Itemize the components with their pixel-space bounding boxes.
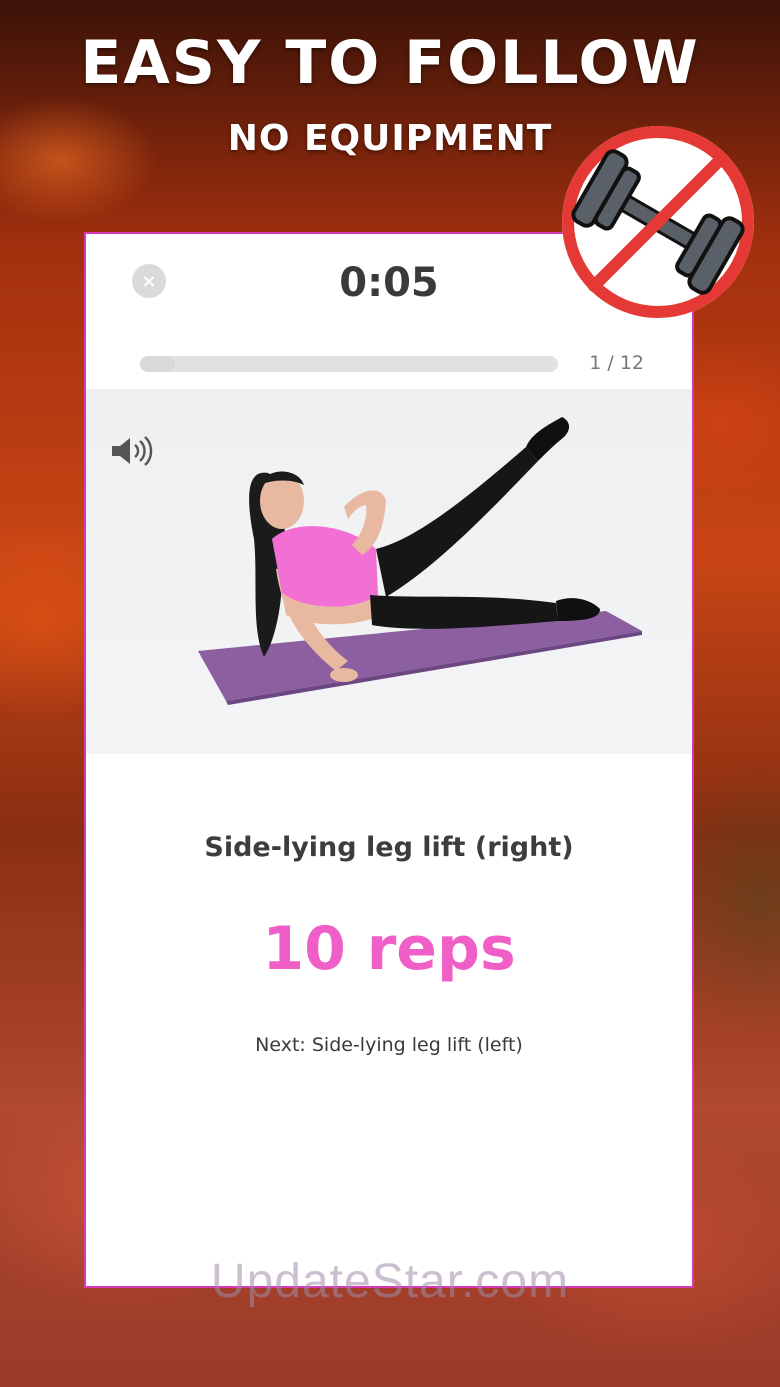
exercise-media <box>86 389 692 754</box>
reps-count: 10 reps <box>262 914 516 984</box>
progress-count: 1 / 12 <box>589 352 644 374</box>
progress-fill <box>140 356 175 372</box>
promo-headline: EASY TO FOLLOW <box>80 28 700 98</box>
watermark: UpdateStar.com <box>210 1255 570 1308</box>
exercise-name: Side-lying leg lift (right) <box>204 832 574 863</box>
no-dumbbell-icon <box>562 126 754 318</box>
progress-bar <box>140 356 558 372</box>
next-exercise-label: Next: Side-lying leg lift (left) <box>255 1034 523 1056</box>
workout-card: × 0:05 1 / 12 Side-lying leg lift (right… <box>84 232 694 1288</box>
speaker-icon[interactable] <box>110 435 154 467</box>
exercise-illustration <box>198 417 642 705</box>
